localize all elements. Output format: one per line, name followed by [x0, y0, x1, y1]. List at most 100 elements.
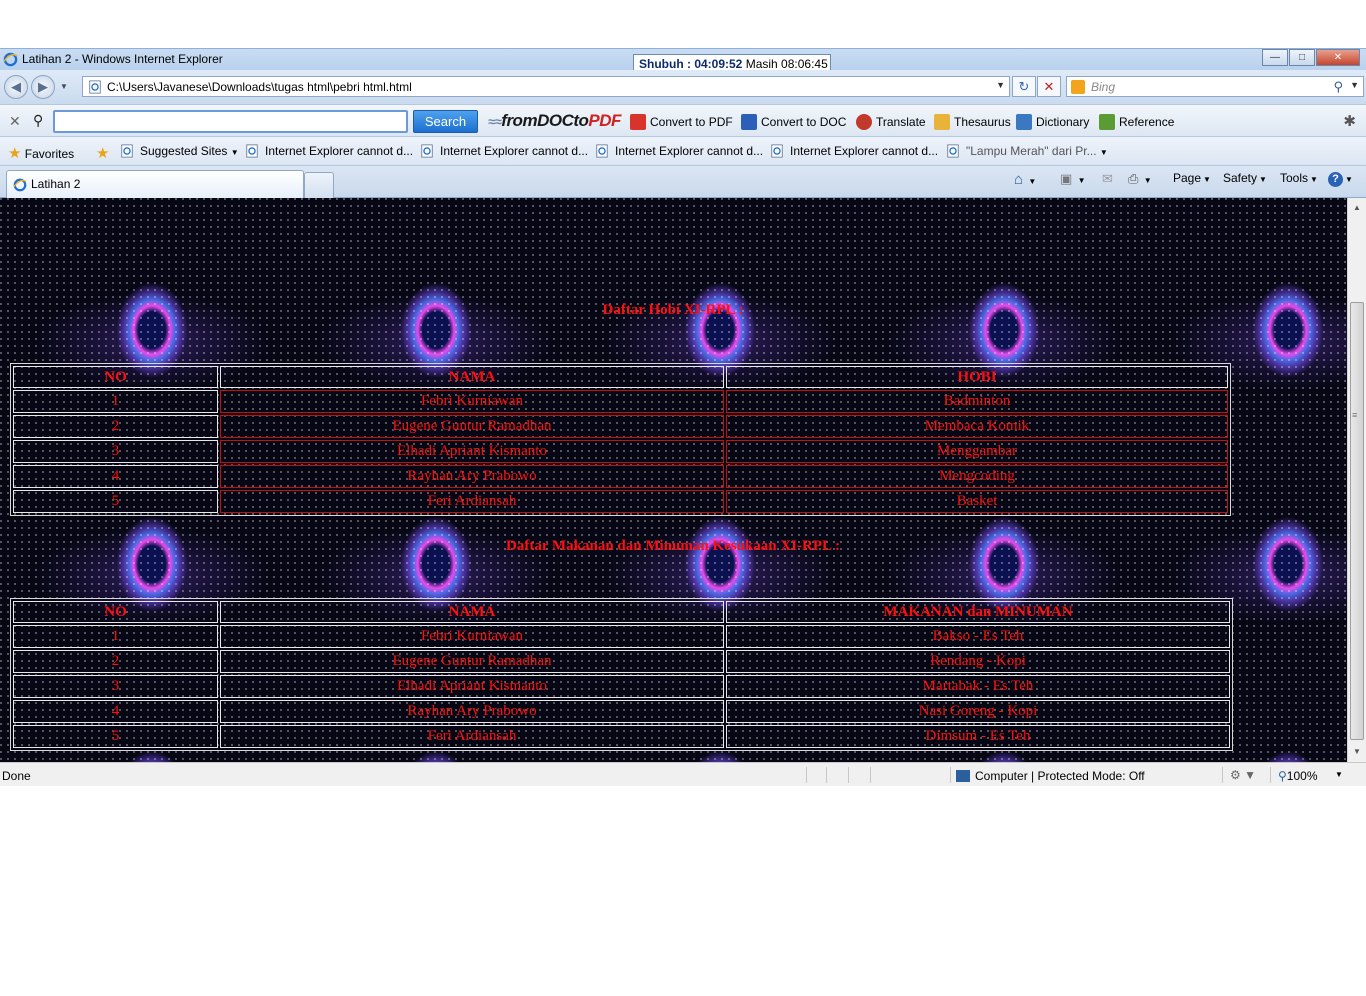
table-row: 1 Febri Kurniawan Badminton [13, 390, 1228, 413]
stop-button[interactable]: ✕ [1037, 76, 1061, 97]
close-window-button[interactable]: ✕ [1316, 49, 1360, 66]
convert-to-doc-label: Convert to DOC [761, 115, 847, 129]
cell-hobi: Basket [726, 490, 1228, 513]
translate-button[interactable]: Translate [856, 114, 926, 130]
ie-logo-icon [3, 52, 18, 67]
cell-nama: Febri Kurniawan [220, 390, 724, 413]
zoom-level[interactable]: ⚲100% [1278, 769, 1318, 783]
mail-button[interactable]: ✉ [1102, 171, 1113, 187]
cell-hobi: Menggambar [726, 440, 1228, 463]
forward-button[interactable]: ▶ [31, 75, 55, 99]
refresh-button[interactable]: ↻ [1012, 76, 1036, 97]
translate-icon [856, 114, 872, 130]
add-favorite-button[interactable]: ★ [96, 144, 109, 162]
tools-menu[interactable]: Tools ▼ [1280, 171, 1318, 185]
search-dropdown-icon[interactable]: ▼ [1350, 80, 1359, 90]
tools-menu-label: Tools [1280, 171, 1309, 185]
scroll-down-icon[interactable]: ▼ [1348, 744, 1366, 760]
fav-item-ie-2[interactable]: Internet Explorer cannot d... [420, 144, 588, 158]
recent-pages-dropdown-icon[interactable]: ▼ [60, 82, 68, 91]
vertical-scrollbar[interactable]: ▲ ≡ ▼ [1347, 198, 1366, 762]
safety-menu[interactable]: Safety ▼ [1223, 171, 1267, 185]
status-divider [806, 767, 807, 783]
fromdoctopdf-logo[interactable]: ≈≈fromDOCtoPDF [488, 111, 621, 131]
cell-nama: Rayhan Ary Prabowo [220, 700, 724, 723]
minimize-button[interactable]: — [1262, 49, 1288, 66]
chevron-down-icon: ▼ [1028, 177, 1037, 186]
cell-nama: Elhadi Apriant Kismanto [220, 440, 724, 463]
favorites-bar: ★ Favorites ★ Suggested Sites ▼ Internet… [0, 137, 1366, 166]
ie-page-icon [596, 144, 608, 158]
brand-from: from [501, 111, 538, 130]
address-dropdown-icon[interactable]: ▼ [996, 80, 1005, 90]
chevron-down-icon: ▼ [1259, 175, 1267, 184]
cell-no: 3 [13, 675, 218, 698]
bing-icon [1071, 80, 1085, 94]
hobby-heading: Daftar Hobi XI-RPL : [602, 302, 744, 318]
cell-no: 5 [13, 490, 218, 513]
fav-item-ie-4[interactable]: Internet Explorer cannot d... [770, 144, 938, 158]
print-icon: ⎙ [1128, 171, 1139, 186]
scroll-up-icon[interactable]: ▲ [1348, 200, 1366, 216]
tab-latihan-2[interactable]: Latihan 2 [6, 170, 304, 198]
cell-nama: Eugene Guntur Ramadhan [220, 650, 724, 673]
reference-button[interactable]: Reference [1099, 114, 1174, 130]
col-header-nama: NAMA [220, 601, 724, 623]
address-url: C:\Users\Javanese\Downloads\tugas html\p… [107, 80, 412, 94]
fav-item-ie-3[interactable]: Internet Explorer cannot d... [595, 144, 763, 158]
fav-item-lampu-merah[interactable]: "Lampu Merah" dari Pr... ▼ [946, 144, 1108, 158]
col-header-no: NO [13, 601, 218, 623]
cell-makanan: Dimsum - Es Teh [726, 725, 1230, 748]
convert-to-pdf-button[interactable]: Convert to PDF [630, 114, 733, 130]
scroll-thumb[interactable] [1350, 302, 1364, 740]
table-row: 1 Febri Kurniawan Bakso - Es Teh [13, 625, 1230, 648]
toolbar-search-button[interactable]: Search [413, 110, 478, 133]
status-divider [848, 767, 849, 783]
page-content: Daftar Hobi XI-RPL : NO NAMA HOBI 1 Febri… [0, 198, 1366, 762]
home-button[interactable]: ⌂ ▼ [1014, 171, 1036, 188]
new-tab-button[interactable] [304, 172, 334, 198]
fav-item-ie-1[interactable]: Internet Explorer cannot d... [245, 144, 413, 158]
search-icon[interactable]: ⚲ [1333, 79, 1343, 95]
convert-to-doc-button[interactable]: Convert to DOC [741, 114, 846, 130]
maximize-button[interactable]: □ [1289, 49, 1315, 66]
favorites-button[interactable]: ★ Favorites [8, 144, 74, 162]
close-toolbar-icon[interactable]: ✕ [9, 113, 21, 130]
thesaurus-icon [934, 114, 950, 130]
screen: Latihan 2 - Windows Internet Explorer Sh… [0, 0, 1366, 996]
chevron-down-icon[interactable]: ▼ [1100, 148, 1108, 157]
ie-logo-icon [13, 178, 27, 192]
status-text: Done [2, 769, 31, 783]
fav-item-suggested-sites[interactable]: Suggested Sites ▼ [120, 144, 239, 158]
fromdoctopdf-toolbar: ✕ ⚲ Search ≈≈fromDOCtoPDF Convert to PDF… [0, 104, 1366, 137]
chevron-down-icon: ▼ [1310, 175, 1318, 184]
table-header-row: NO NAMA MAKANAN dan MINUMAN [13, 601, 1230, 623]
search-input[interactable]: Bing ⚲ ▼ [1066, 76, 1364, 97]
cell-no: 4 [13, 465, 218, 488]
thesaurus-button[interactable]: Thesaurus [934, 114, 1011, 130]
page-menu[interactable]: Page ▼ [1173, 171, 1211, 185]
address-input[interactable]: C:\Users\Javanese\Downloads\tugas html\p… [82, 76, 1010, 97]
toolbar-search-input[interactable] [53, 110, 408, 133]
print-button[interactable]: ⎙ ▼ [1128, 171, 1152, 187]
feeds-button[interactable]: ▣ ▼ [1060, 171, 1086, 187]
page-icon [89, 80, 101, 94]
computer-icon [956, 770, 970, 782]
protected-mode-icon[interactable]: ⚙ ▼ [1230, 768, 1256, 782]
window-controls: — □ ✕ [1261, 49, 1360, 66]
help-button[interactable]: ? ▼ [1328, 171, 1353, 187]
security-zone[interactable]: Computer | Protected Mode: Off [956, 769, 1145, 783]
fav-label: Internet Explorer cannot d... [440, 144, 589, 158]
doc-icon [741, 114, 757, 130]
clock-remaining: Masih 08:06:45 [745, 57, 828, 71]
settings-wrench-icon[interactable]: ✱ [1343, 112, 1356, 130]
cell-makanan: Bakso - Es Teh [726, 625, 1230, 648]
security-zone-label: Computer | Protected Mode: Off [975, 769, 1145, 783]
dictionary-button[interactable]: Dictionary [1016, 114, 1089, 130]
back-button[interactable]: ◀ [4, 75, 28, 99]
fav-label: "Lampu Merah" dari Pr... [966, 144, 1097, 158]
translate-label: Translate [876, 115, 926, 129]
zoom-dropdown-icon[interactable]: ▼ [1335, 770, 1343, 779]
table-row: 5 Feri Ardiansah Basket [13, 490, 1228, 513]
safety-menu-label: Safety [1223, 171, 1258, 185]
